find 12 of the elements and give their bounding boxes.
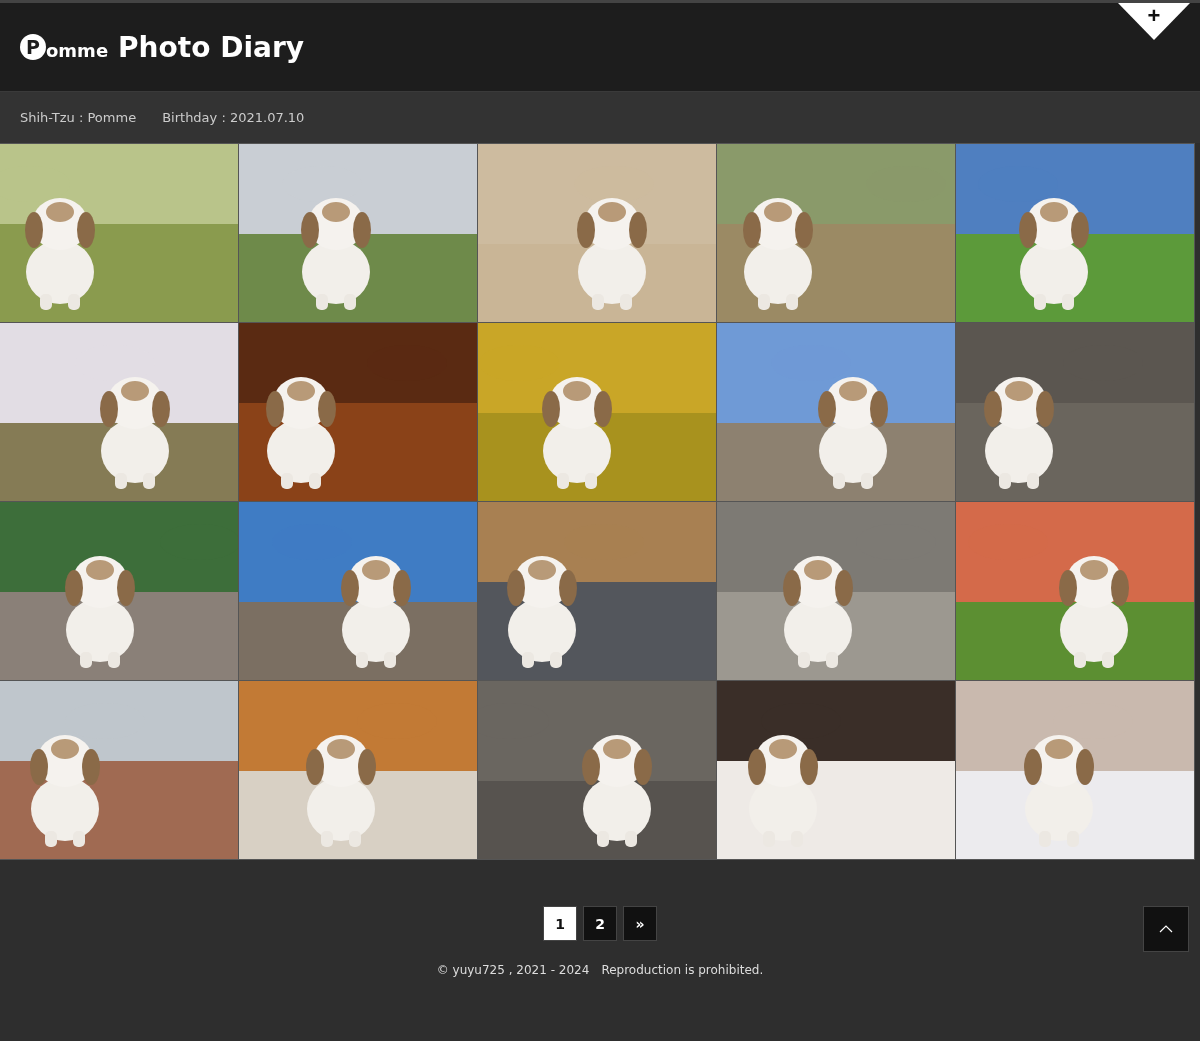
page-link[interactable]: 1 (543, 906, 577, 941)
notice-text: Reproduction is prohibited. (601, 963, 764, 977)
logo-text: omme (46, 39, 109, 61)
page-link[interactable]: » (623, 906, 657, 941)
page-link[interactable]: 2 (583, 906, 617, 941)
site-title[interactable]: Photo Diary (118, 30, 304, 64)
copyright-text: © yuyu725 , 2021 - 2024 (436, 963, 590, 977)
logo-badge: P (20, 34, 46, 60)
back-to-top-button[interactable] (1143, 906, 1189, 952)
chevron-up-icon (1159, 925, 1173, 933)
profile-text: Birthday : 2021.07.10 (162, 110, 305, 125)
profile-text: Shih-Tzu : Pomme (20, 110, 137, 125)
